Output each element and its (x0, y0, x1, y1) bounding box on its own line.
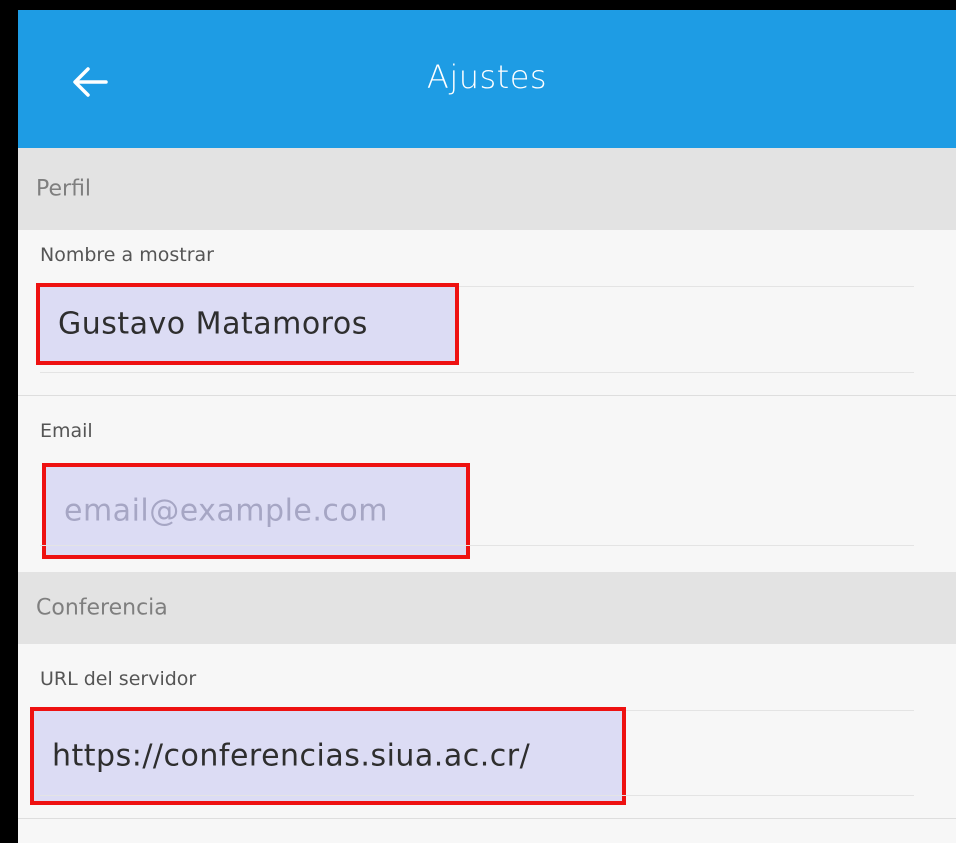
email-label: Email (40, 420, 93, 442)
device-frame: Ajustes Perfil Nombre a mostrar Gustavo … (0, 0, 956, 843)
section-header-conferencia: Conferencia (18, 572, 956, 644)
display-name-value: Gustavo Matamoros (58, 306, 368, 342)
server-url-value: https://conferencias.siua.ac.cr/ (52, 738, 531, 774)
page-title: Ajustes (426, 58, 548, 96)
section-title-conferencia: Conferencia (36, 595, 168, 621)
divider (40, 372, 914, 373)
divider (40, 795, 914, 796)
server-url-label: URL del servidor (40, 668, 197, 690)
divider (18, 395, 956, 396)
email-placeholder: email@example.com (64, 493, 388, 529)
settings-screen: Ajustes Perfil Nombre a mostrar Gustavo … (18, 10, 956, 843)
section-title-perfil: Perfil (36, 176, 92, 202)
server-url-field[interactable]: https://conferencias.siua.ac.cr/ (30, 707, 626, 805)
section-header-perfil: Perfil (18, 148, 956, 230)
divider (18, 818, 956, 819)
divider (40, 545, 914, 546)
display-name-label: Nombre a mostrar (40, 244, 214, 266)
app-bar: Ajustes (18, 10, 956, 148)
display-name-field[interactable]: Gustavo Matamoros (36, 283, 459, 365)
